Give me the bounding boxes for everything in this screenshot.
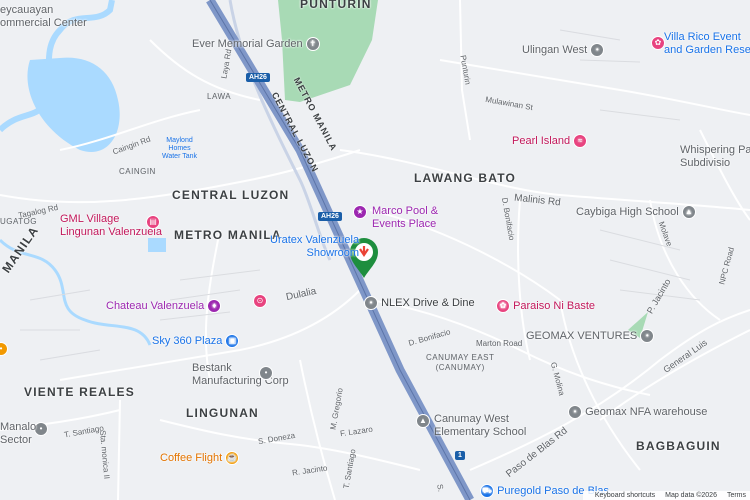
poi-meycauayan[interactable]: eycauayan ommercial Center [0, 4, 87, 29]
park-area [278, 0, 378, 102]
resort-icon: ✿ [651, 36, 665, 50]
area-label: CANUMAY EAST (CANUMAY) [426, 353, 495, 373]
map-data-credit: Map data ©2026 [665, 492, 717, 499]
poi-whispering-palm[interactable]: Whispering Paln Subdivisio [680, 144, 750, 169]
poi-maylond[interactable]: Maylond Homes Water Tank [162, 137, 197, 161]
poi-coffee-flight[interactable]: Coffee Flight ☕ [160, 451, 240, 465]
cafe-icon: ☕ [225, 451, 240, 465]
school-icon: ▲ [416, 414, 430, 428]
area-label: CENTRAL LUZON [172, 188, 290, 202]
pond [148, 238, 166, 252]
poi-marco-pool[interactable]: Marco Pool & Events Place [372, 205, 438, 230]
route-shield: AH26 [318, 212, 342, 221]
poi-manalo-sector[interactable]: Manalo Sector [0, 421, 36, 446]
place-icon: • [640, 329, 655, 343]
area-label: LINGUNAN [186, 406, 259, 420]
area-label: BAGBAGUIN [636, 439, 721, 453]
place-icon: • [590, 43, 605, 57]
poi-ulingan-west[interactable]: Ulingan West • [522, 43, 605, 57]
bike-icon: ⊙ [253, 294, 267, 308]
poi-geomax-nfa[interactable]: • Geomax NFA warehouse [568, 405, 707, 419]
route-shield: AH26 [246, 73, 270, 82]
keyboard-shortcuts-link[interactable]: Keyboard shortcuts [595, 492, 655, 499]
poi-geomax-ventures[interactable]: GEOMAX VENTURES • [526, 329, 655, 343]
road-label: S. [435, 483, 446, 493]
resort-icon: ≈ [573, 134, 588, 148]
shopping-icon: ▣ [225, 334, 240, 348]
area-label: METRO MANILA [174, 228, 282, 242]
hotel-icon: ▤ [146, 215, 160, 229]
poi-bestank[interactable]: Bestank Manufacturing Corp [192, 362, 289, 387]
terms-link[interactable]: Terms [727, 492, 746, 499]
poi-chateau[interactable]: Chateau Valenzuela ♦ [106, 299, 222, 313]
area-label: VIENTE REALES [24, 385, 135, 399]
map-canvas[interactable] [0, 0, 750, 500]
school-icon: ▲ [681, 205, 696, 219]
place-icon: • [34, 422, 48, 436]
area-label: LAWANG BATO [414, 171, 517, 185]
shopping-cart-icon: ⛟ [480, 484, 494, 498]
events-icon: ★ [353, 205, 367, 219]
resort-icon: ✿ [496, 299, 510, 313]
poi-caybiga[interactable]: Caybiga High School ▲ [576, 205, 696, 219]
poi-villa-rico[interactable]: Villa Rico Event and Garden Rese [664, 31, 750, 56]
cemetery-icon: ✝ [305, 37, 320, 51]
place-icon: • [259, 366, 273, 380]
poi-ever-memorial[interactable]: Ever Memorial Garden ✝ [192, 37, 320, 51]
road-label: Marton Road [476, 339, 523, 348]
poi-uratex[interactable]: Uratex Valenzuela Showroom [270, 234, 359, 259]
route-shield: 1 [455, 451, 465, 460]
poi-sky360[interactable]: Sky 360 Plaza ▣ [152, 334, 240, 348]
poi-nlex-drive-dine[interactable]: • NLEX Drive & Dine [364, 296, 475, 310]
poi-pearl-island[interactable]: Pearl Island ≈ [512, 134, 588, 148]
place-icon: • [364, 296, 378, 310]
poi-paraiso[interactable]: ✿ Paraiso Ni Baste [496, 299, 595, 313]
place-icon: • [568, 405, 582, 419]
area-label: CAINGIN [119, 167, 156, 176]
poi-canumay-school[interactable]: Canumay West Elementary School [434, 413, 526, 438]
map-attribution: Keyboard shortcuts Map data ©2026 Terms [582, 491, 750, 500]
area-label: PUNTURIN [300, 0, 372, 11]
area-label: LAWA [207, 92, 232, 101]
venue-icon: ♦ [207, 299, 222, 313]
